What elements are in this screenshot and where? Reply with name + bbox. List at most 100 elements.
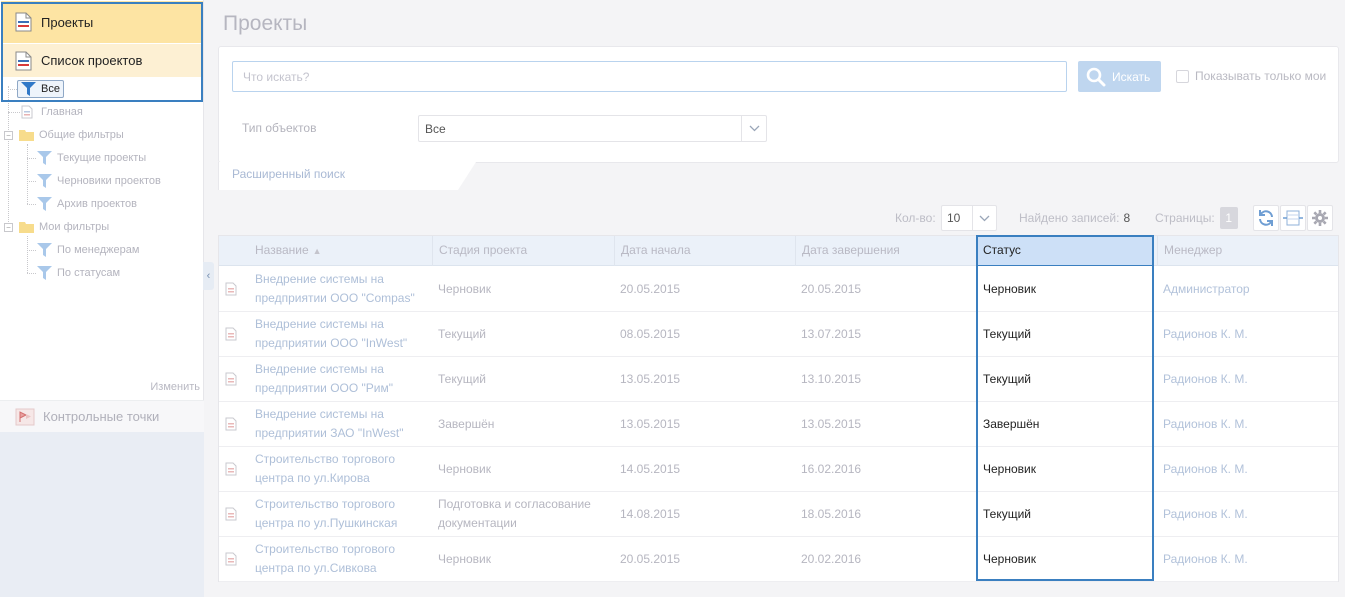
cell-name[interactable]: Внедрение системы на предприятии ООО "Рим… [249,357,433,401]
cell-name[interactable]: Внедрение системы на предприятии ООО "InW… [249,312,433,356]
settings-button[interactable] [1307,205,1333,231]
funnel-icon [37,243,52,257]
change-link[interactable]: Изменить [150,381,200,393]
cell-stage: Черновик [432,447,614,491]
column-width-button[interactable] [1280,205,1306,231]
tree-item-all[interactable]: Все [17,80,64,98]
cell-manager[interactable]: Радионов К. М. [1157,402,1338,446]
cell-end-date: 16.02.2016 [801,461,862,476]
cell-name[interactable]: Внедрение системы на предприятии ЗАО "InW… [249,402,433,446]
cell-manager[interactable]: Радионов К. М. [1157,447,1338,491]
tree-item-by-statuses[interactable]: По статусам [37,263,120,283]
tree-folder-common-filters[interactable]: Общие фильтры [19,125,124,145]
cell-manager[interactable]: Радионов К. М. [1157,537,1338,581]
cell-name-line-2: центра по ул.Сивкова [255,561,377,575]
tree-item-draft-projects-label: Черновики проектов [57,175,161,187]
checkbox-box[interactable] [1176,69,1189,83]
cell-end-date: 13.05.2015 [801,416,862,431]
column-header-stage[interactable]: Стадия проекта [432,236,614,266]
cell-name[interactable]: Строительство торгового центра по ул.Пушк… [249,492,433,536]
cell-name-line-1: Строительство торгового [255,452,396,466]
table-header: Название ▲ Стадия проекта Дата начала Дат… [219,236,1338,266]
cell-name[interactable]: Внедрение системы на предприятии ООО "Com… [249,267,433,311]
chevron-left-icon[interactable]: ‹ [203,262,214,290]
records-found-label: Найдено записей: [1019,211,1120,225]
sidebar-project-list[interactable]: Список проектов [1,44,203,77]
document-icon [225,282,237,296]
funnel-icon [37,197,52,211]
sidebar-projects-header[interactable]: Проекты [1,1,203,43]
tree-item-current-projects[interactable]: Текущие проекты [37,148,146,168]
cell-name[interactable]: Строительство торгового центра по ул.Киро… [249,447,433,491]
cell-name-line-1: Строительство торгового [255,542,396,556]
cell-stage-line-1: Черновик [438,461,491,476]
search-panel: Искать Показывать только мои Тип объекто… [218,46,1339,163]
column-header-start[interactable]: Дата начала [614,236,795,266]
search-button-label: Искать [1112,69,1151,84]
funnel-icon [37,151,52,165]
table-row[interactable]: Внедрение системы на предприятии ООО "InW… [219,312,1338,357]
cell-manager[interactable]: Радионов К. М. [1157,357,1338,401]
cell-name-line-2: предприятии ООО "Compas" [255,291,415,305]
tree-line [8,112,20,113]
cell-end-date: 13.07.2015 [801,326,862,341]
records-found-count: 8 [1123,211,1131,225]
quantity-select[interactable]: 10 [941,205,997,231]
chevron-down-icon[interactable] [741,116,766,141]
column-header-name[interactable]: Название ▲ [249,236,433,266]
tree-expand-toggle[interactable]: − [4,131,13,140]
search-input[interactable] [232,61,1067,92]
column-header-stage-label: Стадия проекта [439,243,528,257]
table-row[interactable]: Внедрение системы на предприятии ООО "Рим… [219,357,1338,402]
document-icon [15,51,32,71]
cell-status: Текущий [983,506,1031,521]
sidebar: Проекты Список проектов Все Главная − Об… [0,0,204,597]
cell-manager[interactable]: Администратор [1157,267,1338,311]
chevron-down-icon[interactable] [972,206,996,230]
funnel-icon [21,82,36,96]
page-number[interactable]: 1 [1219,207,1238,229]
advanced-search-link[interactable]: Расширенный поиск [232,167,345,181]
search-button[interactable]: Искать [1078,61,1161,92]
tree-item-all-label: Все [41,83,60,95]
table-row[interactable]: Внедрение системы на предприятии ООО "Com… [219,267,1338,312]
status-header-divider [978,265,1152,266]
column-header-end[interactable]: Дата завершения [795,236,977,266]
cell-stage-line-1: Черновик [438,281,491,296]
sidebar-project-list-label: Список проектов [41,53,143,68]
table-row[interactable]: Внедрение системы на предприятии ЗАО "InW… [219,402,1338,447]
tree-folder-my-filters-label: Мои фильтры [39,221,110,233]
cell-name-line-2: предприятии ООО "Рим" [255,381,394,395]
table-row[interactable]: Строительство торгового центра по ул.Киро… [219,447,1338,492]
tree-line [27,250,36,251]
cell-name[interactable]: Строительство торгового центра по ул.Сивк… [249,537,433,581]
cell-stage: Текущий [432,312,614,356]
table-row[interactable]: Строительство торгового центра по ул.Сивк… [219,537,1338,582]
tree-item-main[interactable]: Главная [21,102,83,122]
cell-stage-line-1: Черновик [438,551,491,566]
cell-name-line-1: Строительство торгового [255,497,396,511]
sidebar-lower-panel [0,432,204,597]
tree-item-draft-projects[interactable]: Черновики проектов [37,171,161,191]
tree-line [27,273,36,274]
cell-end-date: 13.10.2015 [801,371,862,386]
object-type-select[interactable]: Все [418,115,767,142]
sidebar-checkpoints[interactable]: Контрольные точки [0,400,204,432]
tree-item-by-statuses-label: По статусам [57,267,121,279]
folder-icon [19,222,34,233]
cell-stage-line-1: Завершён [438,416,495,431]
tree-item-archive-projects[interactable]: Архив проектов [37,194,137,214]
tree-item-main-label: Главная [41,106,83,118]
tree-item-by-managers[interactable]: По менеджерам [37,240,139,260]
only-mine-checkbox[interactable]: Показывать только мои [1176,69,1326,83]
cell-manager[interactable]: Радионов К. М. [1157,312,1338,356]
refresh-button[interactable] [1253,205,1279,231]
column-header-manager[interactable]: Менеджер [1157,236,1338,266]
sidebar-projects-label: Проекты [41,14,94,30]
cell-manager[interactable]: Радионов К. М. [1157,492,1338,536]
table-row[interactable]: Строительство торгового центра по ул.Пушк… [219,492,1338,537]
tree-folder-my-filters[interactable]: Мои фильтры [19,217,109,237]
cell-stage: Черновик [432,537,614,581]
tree-expand-toggle[interactable]: − [4,223,13,232]
pages-label: Страницы: [1155,211,1215,225]
